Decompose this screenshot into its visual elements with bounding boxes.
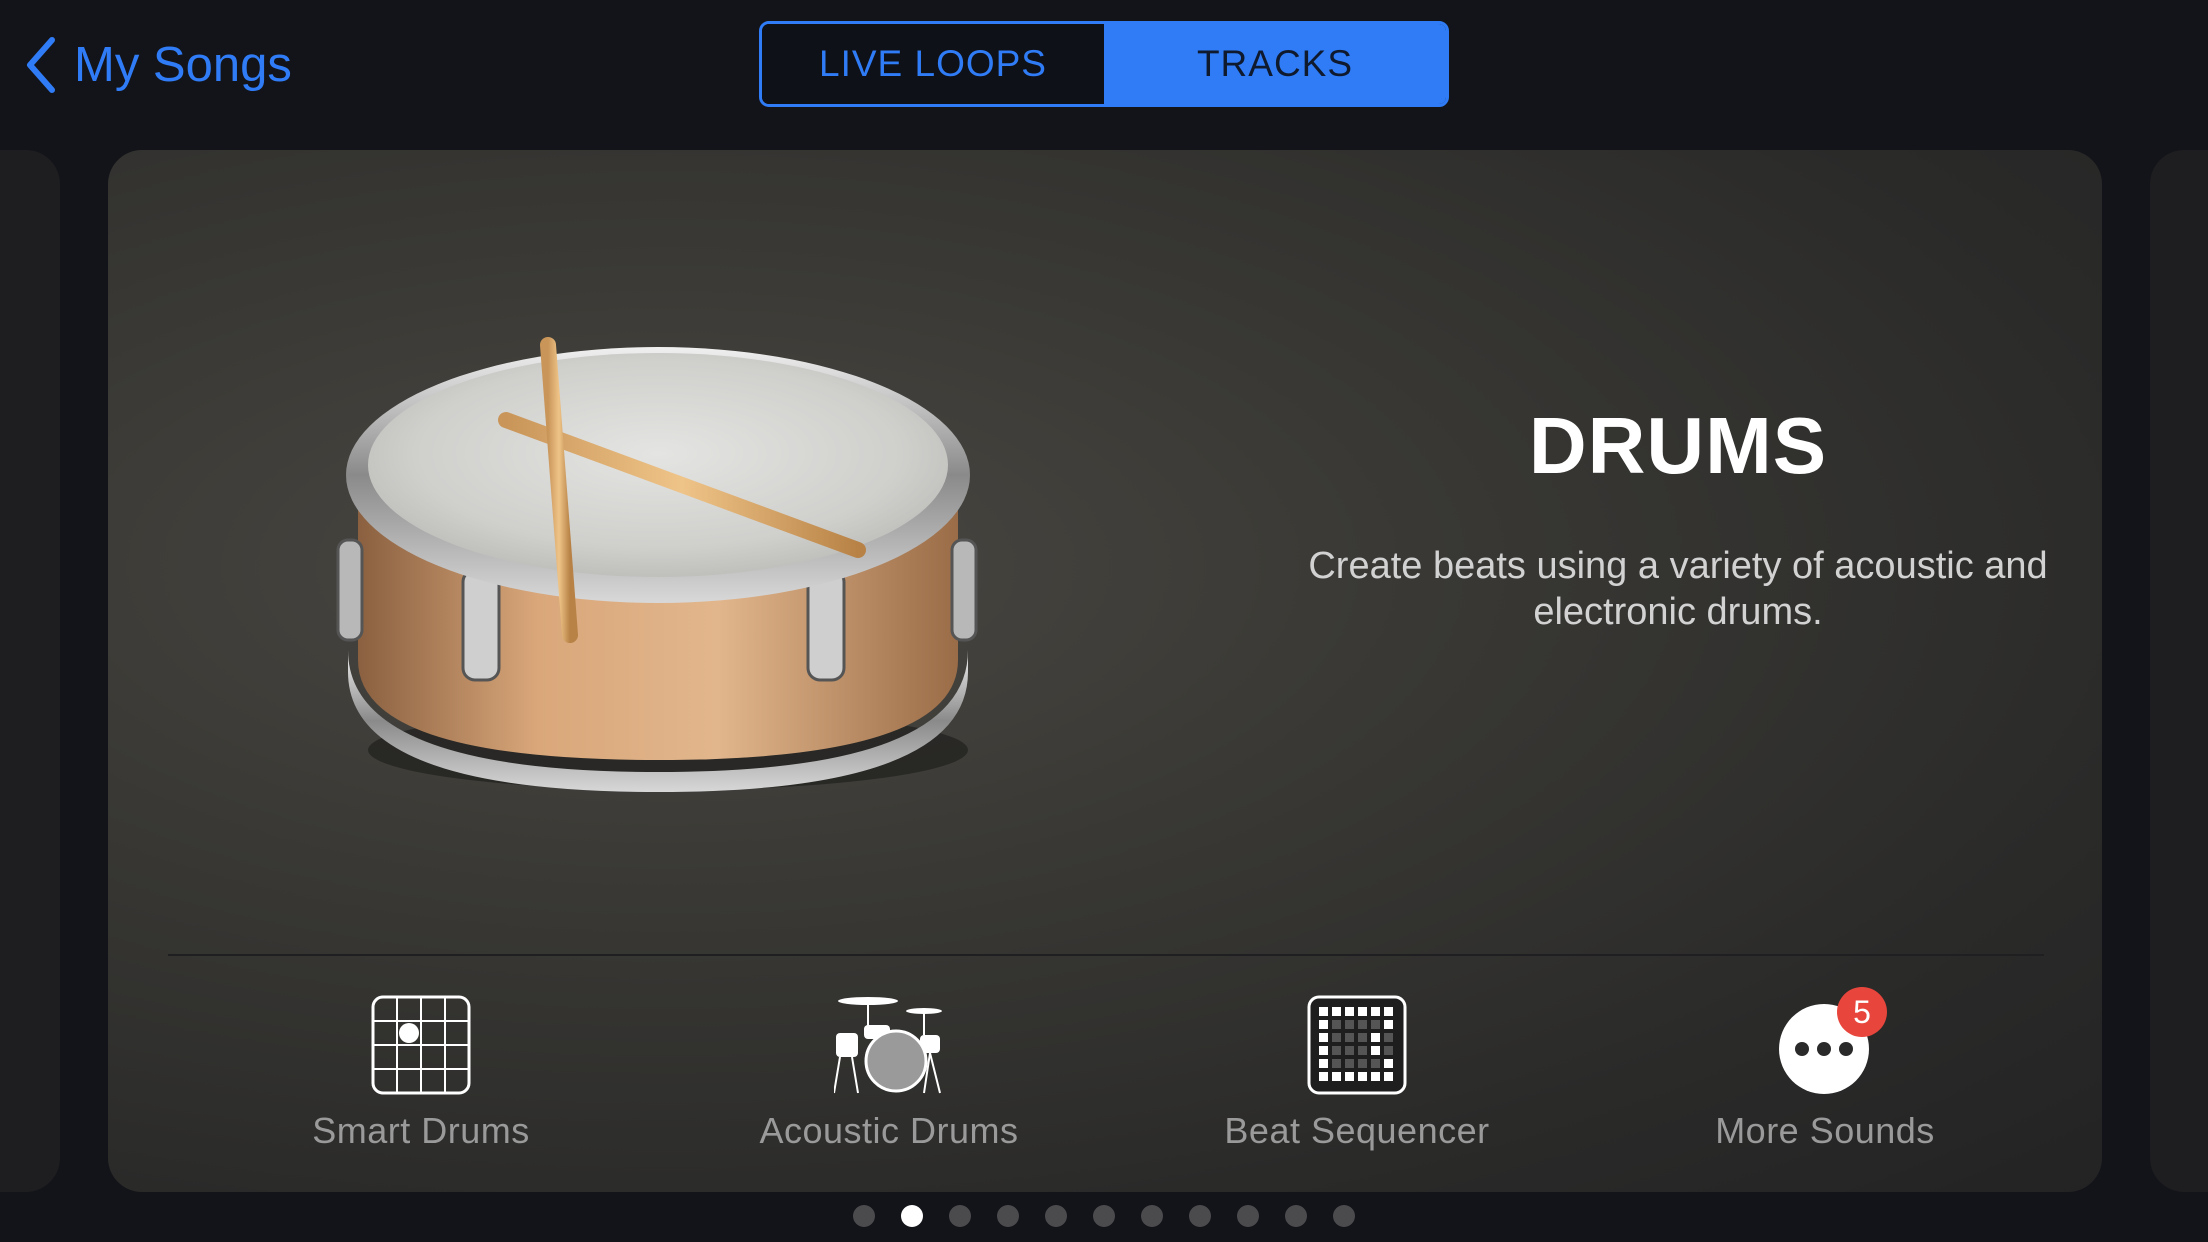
option-label: Smart Drums xyxy=(312,1110,530,1151)
page-dot[interactable] xyxy=(1285,1205,1307,1227)
divider xyxy=(168,954,2044,956)
mode-segmented-control: LIVE LOOPS TRACKS xyxy=(759,21,1449,107)
page-dot[interactable] xyxy=(901,1205,923,1227)
page-dot[interactable] xyxy=(1141,1205,1163,1227)
drum-kit-icon xyxy=(834,997,942,1094)
option-label: More Sounds xyxy=(1715,1110,1935,1151)
option-acoustic-drums[interactable]: Acoustic Drums xyxy=(709,995,1069,1165)
smart-drums-icon xyxy=(371,995,471,1095)
option-label: Acoustic Drums xyxy=(759,1110,1019,1151)
segment-tracks[interactable]: TRACKS xyxy=(1104,24,1446,104)
option-smart-drums[interactable]: Smart Drums xyxy=(241,995,601,1165)
top-bar: My Songs LIVE LOOPS TRACKS xyxy=(0,0,2208,140)
page-dot[interactable] xyxy=(1045,1205,1067,1227)
snare-drum-image xyxy=(336,337,978,792)
page-dot[interactable] xyxy=(1093,1205,1115,1227)
instrument-title: DRUMS xyxy=(1528,401,1828,490)
page-dot[interactable] xyxy=(997,1205,1019,1227)
back-label: My Songs xyxy=(74,38,292,92)
page-dot[interactable] xyxy=(1333,1205,1355,1227)
option-label: Beat Sequencer xyxy=(1224,1110,1490,1151)
beat-sequencer-icon xyxy=(1307,995,1407,1095)
next-instrument-card[interactable] xyxy=(2150,150,2208,1192)
page-dot[interactable] xyxy=(949,1205,971,1227)
instrument-description: Create beats using a variety of acoustic… xyxy=(1128,543,2102,635)
option-more-sounds[interactable]: 5 More Sounds xyxy=(1645,987,2005,1165)
segment-live-loops[interactable]: LIVE LOOPS xyxy=(762,24,1104,104)
instrument-description-line2: electronic drums. xyxy=(1533,591,1823,633)
previous-instrument-card[interactable] xyxy=(0,150,60,1192)
instrument-description-line1: Create beats using a variety of acoustic… xyxy=(1308,545,2048,587)
back-button[interactable]: My Songs xyxy=(22,30,292,100)
page-dot[interactable] xyxy=(1237,1205,1259,1227)
option-beat-sequencer[interactable]: Beat Sequencer xyxy=(1177,995,1537,1165)
instrument-card[interactable]: DRUMS Create beats using a variety of ac… xyxy=(108,150,2102,1192)
chevron-left-icon xyxy=(27,37,55,93)
page-dot[interactable] xyxy=(853,1205,875,1227)
notification-badge: 5 xyxy=(1837,987,1887,1037)
page-dot[interactable] xyxy=(1189,1205,1211,1227)
page-indicator[interactable] xyxy=(0,1205,2208,1235)
